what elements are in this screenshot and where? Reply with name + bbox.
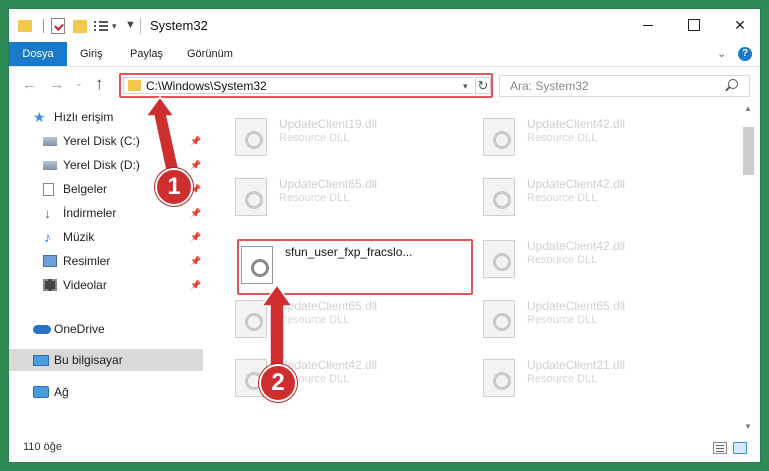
annotation-arrows: [144, 95, 294, 371]
step-1-badge: 1: [155, 168, 193, 206]
arrow-2: [260, 283, 294, 371]
arrow-1: [144, 95, 181, 178]
step-2-badge: 2: [259, 364, 297, 402]
